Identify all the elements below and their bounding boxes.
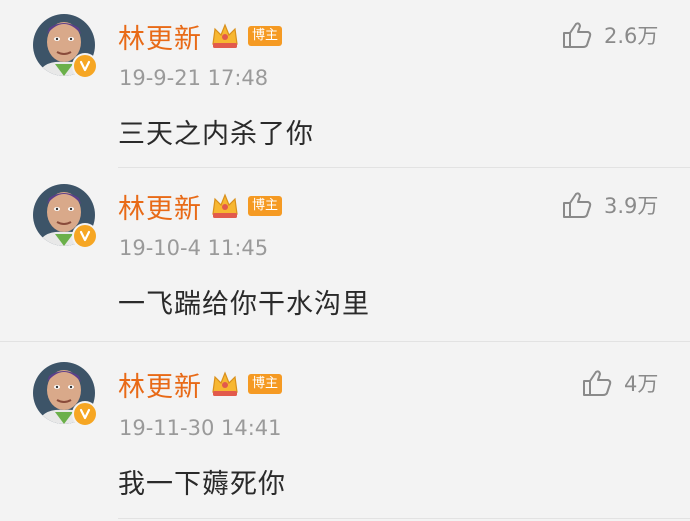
comment-text: 我一下薅死你 — [118, 469, 286, 500]
username[interactable]: 林更新 — [118, 17, 202, 56]
like-button[interactable]: 4万 — [582, 368, 658, 398]
comment-item: 林更新 博主 4万 19-11-30 14:41 我一下薅死你 — [0, 342, 690, 521]
like-count: 3.9万 — [604, 194, 659, 218]
comment-text: 一飞踹给你干水沟里 — [118, 289, 370, 320]
thumbs-up-icon — [563, 192, 592, 218]
comment-item: 林更新 博主 2.6万 19-9-21 17:48 三天之内杀了你 — [0, 0, 690, 168]
comment-time: 19-10-4 11:45 — [119, 236, 269, 260]
comment-time: 19-9-21 17:48 — [119, 66, 269, 90]
comment-time: 19-11-30 14:41 — [119, 416, 282, 440]
like-button[interactable]: 3.9万 — [562, 190, 658, 220]
host-badge: 博主 — [248, 196, 283, 216]
comment-text: 三天之内杀了你 — [118, 119, 314, 150]
crown-icon — [212, 23, 238, 48]
thumbs-up-icon — [583, 370, 612, 396]
username[interactable]: 林更新 — [118, 365, 202, 404]
author-row: 林更新 博主 — [118, 17, 283, 56]
comment-list: 林更新 博主 2.6万 19-9-21 17:48 三天之内杀了你 林更新 博主… — [0, 0, 690, 521]
like-count: 4万 — [624, 372, 659, 396]
avatar[interactable] — [33, 184, 98, 249]
comment-item: 林更新 博主 3.9万 19-10-4 11:45 一飞踹给你干水沟里 — [0, 168, 690, 342]
author-row: 林更新 博主 — [118, 187, 283, 226]
avatar[interactable] — [33, 362, 98, 427]
like-button[interactable]: 2.6万 — [562, 20, 658, 50]
host-badge: 博主 — [248, 26, 283, 46]
thumbs-up-icon — [563, 22, 592, 48]
host-badge: 博主 — [248, 374, 283, 394]
verified-v-icon — [72, 53, 98, 79]
username[interactable]: 林更新 — [118, 187, 202, 226]
author-row: 林更新 博主 — [118, 365, 283, 404]
crown-icon — [212, 193, 238, 218]
crown-icon — [212, 371, 238, 396]
divider — [118, 518, 690, 519]
avatar[interactable] — [33, 14, 98, 79]
like-count: 2.6万 — [604, 24, 659, 48]
verified-v-icon — [72, 223, 98, 249]
verified-v-icon — [72, 401, 98, 427]
